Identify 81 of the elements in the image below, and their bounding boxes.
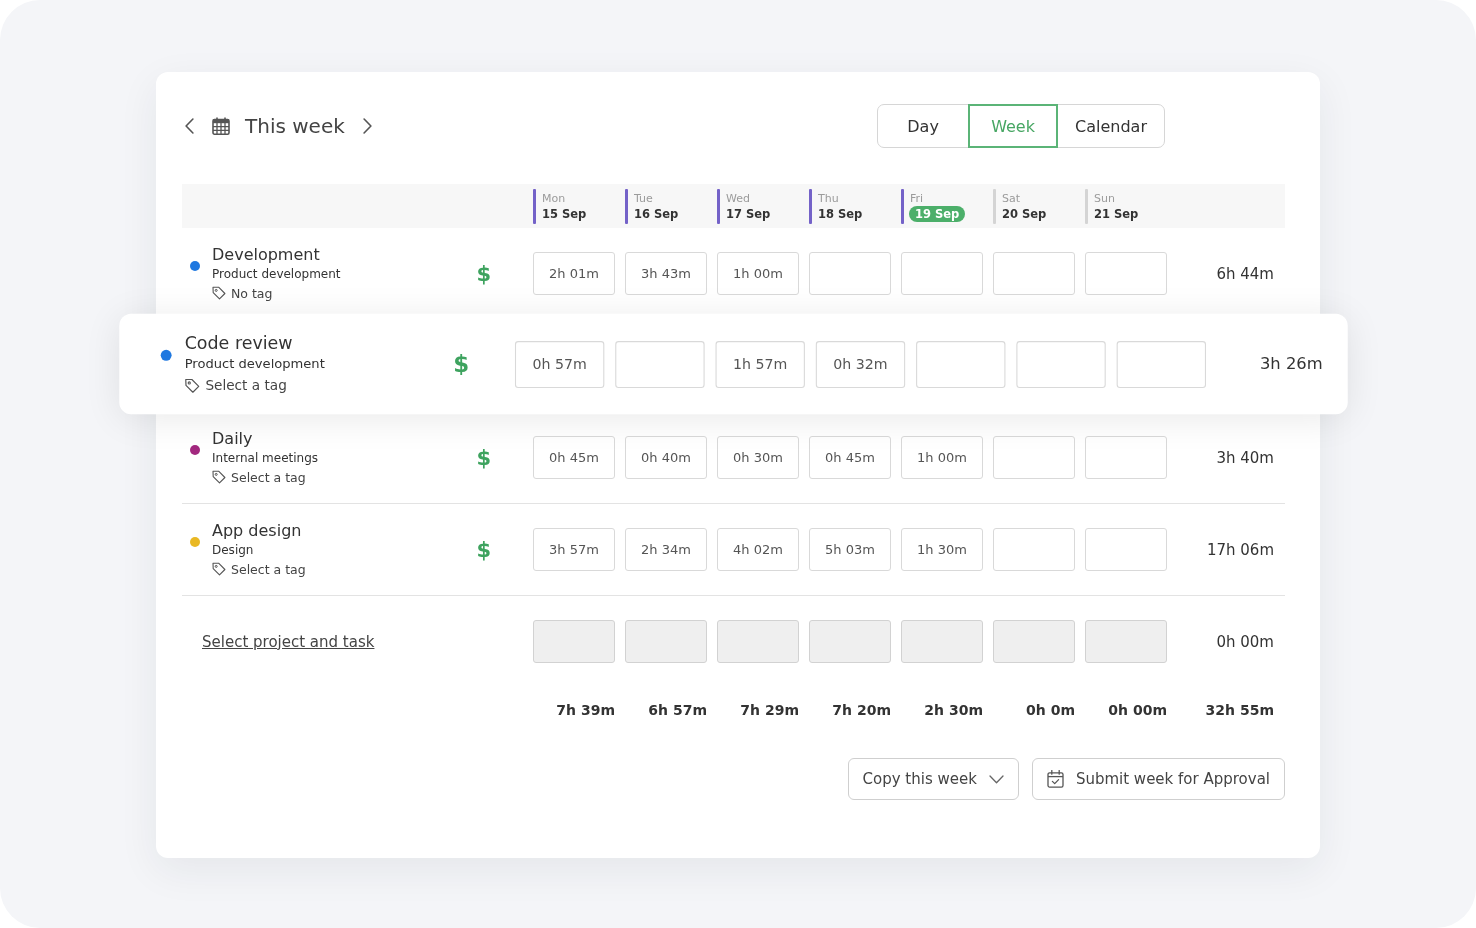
time-input[interactable]: 2h 34m [625, 528, 707, 571]
tag-label[interactable]: Select a tag [231, 559, 306, 579]
time-input[interactable] [615, 340, 705, 388]
task-title: Development [212, 244, 320, 265]
day-total: 0h 00m [1108, 701, 1167, 720]
day-total: 2h 30m [924, 701, 983, 720]
time-input[interactable] [901, 252, 983, 295]
project-name: Product development [184, 355, 325, 374]
day-name: Thu [818, 190, 839, 206]
time-input[interactable] [1016, 340, 1106, 388]
day-total: 7h 39m [556, 701, 615, 720]
time-input[interactable]: 0h 30m [717, 436, 799, 479]
time-input[interactable] [993, 252, 1075, 295]
time-input[interactable]: 3h 57m [533, 528, 615, 571]
time-input[interactable]: 0h 32m [815, 340, 906, 388]
time-input[interactable]: 3h 43m [625, 252, 707, 295]
time-input[interactable]: 1h 00m [901, 436, 983, 479]
day-date: 21 Sep [1094, 205, 1139, 222]
day-name: Sun [1094, 190, 1115, 206]
day-date: 16 Sep [634, 205, 679, 222]
day-date: 17 Sep [726, 205, 771, 222]
day-total: 6h 57m [648, 701, 707, 720]
tag-label[interactable]: No tag [231, 283, 273, 303]
project-name: Design [212, 541, 254, 559]
calendar-check-icon [1046, 770, 1064, 788]
time-input[interactable]: 4h 02m [717, 528, 799, 571]
time-input[interactable] [1085, 252, 1167, 295]
view-tab[interactable]: Calendar [1058, 104, 1164, 148]
time-input[interactable] [993, 436, 1075, 479]
day-total: 0h 0m [1026, 701, 1075, 720]
day-date: 20 Sep [1002, 205, 1047, 222]
row-total: 17h 06m [1206, 540, 1275, 559]
task-title: Daily [212, 428, 253, 449]
time-input[interactable]: 0h 40m [625, 436, 707, 479]
time-input[interactable] [916, 340, 1006, 388]
time-input[interactable]: 2h 01m [533, 252, 615, 295]
time-input[interactable]: 1h 57m [715, 340, 805, 388]
chevron-left-icon[interactable] [185, 118, 194, 134]
time-input[interactable] [1116, 340, 1206, 388]
dropdown-button[interactable]: Copy this week [847, 758, 1019, 800]
tag-label[interactable]: Select a tag [231, 467, 306, 487]
project-name: Internal meetings [212, 449, 319, 467]
chevron-down-icon [988, 774, 1004, 784]
period-label: This week [245, 114, 345, 138]
tag-icon [212, 286, 226, 300]
task-title: App design [212, 520, 302, 541]
time-input[interactable]: 0h 45m [809, 436, 891, 479]
day-name: Fri [910, 190, 924, 206]
day-total: 7h 20m [832, 701, 891, 720]
chevron-right-icon[interactable] [362, 118, 372, 134]
view-tab[interactable]: Day [878, 104, 969, 148]
week-total: 32h 55m [1205, 701, 1275, 720]
row-total: 3h 40m [1216, 448, 1275, 467]
time-input[interactable] [1085, 436, 1167, 479]
time-input[interactable] [809, 252, 891, 295]
submit-button[interactable]: Submit week for Approval [1031, 758, 1285, 800]
row-total: 0h 00m [1216, 632, 1275, 651]
time-input[interactable] [1085, 528, 1167, 571]
time-input[interactable]: 1h 00m [717, 252, 799, 295]
tag-icon [212, 470, 226, 484]
day-date: 18 Sep [818, 205, 863, 222]
calendar-icon [212, 117, 230, 135]
day-name: Wed [726, 190, 750, 206]
time-input[interactable] [993, 528, 1075, 571]
tag-label[interactable]: Select a tag [205, 374, 287, 396]
time-input[interactable]: 0h 45m [533, 436, 615, 479]
tag-icon [184, 377, 200, 393]
row-total: 3h 26m [1259, 354, 1324, 374]
day-date: 15 Sep [542, 205, 587, 222]
day-name: Sat [1002, 190, 1021, 206]
day-date: 19 Sep [909, 205, 966, 222]
day-name: Mon [542, 190, 566, 206]
time-input[interactable]: 0h 57m [514, 340, 605, 388]
row-total: 6h 44m [1216, 264, 1275, 283]
tag-icon [212, 562, 226, 576]
day-name: Tue [634, 190, 653, 206]
day-total: 7h 29m [740, 701, 799, 720]
project-name: Product development [212, 265, 341, 283]
task-title: Code review [184, 332, 293, 355]
time-input[interactable]: 1h 30m [901, 528, 983, 571]
time-input[interactable]: 5h 03m [809, 528, 891, 571]
